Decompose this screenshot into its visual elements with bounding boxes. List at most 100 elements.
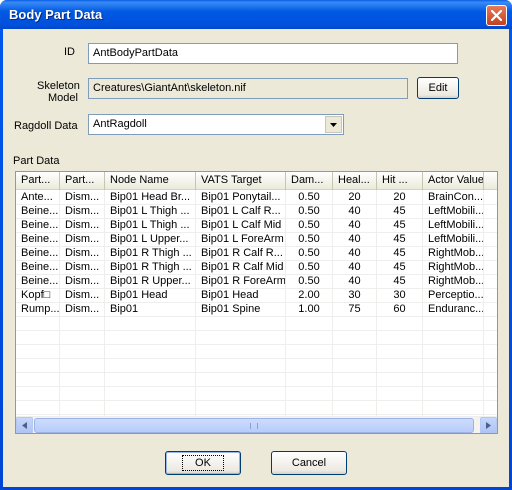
- table-row[interactable]: Beine... Dism... Bip01 L Thigh ... Bip01 L …: [16, 218, 497, 232]
- scroll-right-button[interactable]: [480, 417, 497, 433]
- title-bar[interactable]: Body Part Data: [0, 0, 512, 29]
- table-cell: Bip01 L ForeArm: [196, 232, 286, 246]
- table-cell: Dism...: [60, 232, 105, 246]
- column-header[interactable]: VATS Target: [196, 172, 286, 190]
- table-cell: Bip01 Head: [105, 288, 196, 302]
- table-cell: 45: [377, 260, 423, 274]
- table-cell: Dism...: [60, 204, 105, 218]
- ok-button[interactable]: OK: [165, 451, 241, 475]
- table-row[interactable]: Beine... Dism... Bip01 R Upper... Bip01 R F…: [16, 274, 497, 288]
- table-cell: 0.50: [286, 204, 333, 218]
- table-cell: 0.50: [286, 232, 333, 246]
- table-cell: RightMob...: [423, 274, 484, 288]
- table-cell: Dism...: [60, 260, 105, 274]
- edit-button[interactable]: Edit: [417, 77, 459, 99]
- window-title: Body Part Data: [9, 7, 103, 22]
- table-cell: Dism...: [60, 302, 105, 316]
- table-cell: 45: [377, 204, 423, 218]
- table-cell: 40: [333, 204, 377, 218]
- table-row[interactable]: Beine... Dism... Bip01 R Thigh ... Bip01 R …: [16, 260, 497, 274]
- table-cell: 1.00: [286, 302, 333, 316]
- table-cell: 40: [333, 232, 377, 246]
- column-header[interactable]: Hit ...: [377, 172, 423, 190]
- table-cell: LeftMobili...: [423, 204, 484, 218]
- table-cell: BrainCon...: [423, 190, 484, 204]
- table-cell: Bip01 R Upper...: [105, 274, 196, 288]
- arrow-left-icon: [22, 422, 27, 429]
- table-cell: 40: [333, 274, 377, 288]
- skeleton-label-line1: Skeleton: [37, 80, 80, 92]
- part-data-label: Part Data: [13, 155, 60, 167]
- table-cell: Bip01 Head: [196, 288, 286, 302]
- table-row[interactable]: Ante... Dism... Bip01 Head Br... Bip01 Pony…: [16, 190, 497, 204]
- id-label: ID: [64, 46, 75, 58]
- scroll-left-button[interactable]: [16, 417, 33, 433]
- close-button[interactable]: [486, 5, 507, 26]
- table-cell: Bip01 L Upper...: [105, 232, 196, 246]
- part-data-table[interactable]: Part... Part... Node Name VATS Target Dam...…: [15, 171, 498, 434]
- table-cell: Bip01 R Thigh ...: [105, 260, 196, 274]
- table-cell: Bip01 Ponytail...: [196, 190, 286, 204]
- column-header[interactable]: Node Name: [105, 172, 196, 190]
- skeleton-label-line2: Model: [48, 92, 78, 104]
- column-header[interactable]: Dam...: [286, 172, 333, 190]
- table-cell: 30: [333, 288, 377, 302]
- table-cell: Beine...: [16, 260, 60, 274]
- dropdown-button[interactable]: [325, 116, 342, 133]
- arrow-right-icon: [486, 422, 491, 429]
- table-body: Ante... Dism... Bip01 Head Br... Bip01 Pony…: [16, 190, 497, 417]
- table-cell: Beine...: [16, 204, 60, 218]
- table-row[interactable]: Beine... Dism... Bip01 R Thigh ... Bip01 R …: [16, 246, 497, 260]
- table-cell: Beine...: [16, 232, 60, 246]
- column-header[interactable]: Part...: [16, 172, 60, 190]
- table-cell: Dism...: [60, 246, 105, 260]
- table-cell: RightMob...: [423, 246, 484, 260]
- table-row[interactable]: Beine... Dism... Bip01 L Upper... Bip01 L F…: [16, 232, 497, 246]
- table-cell: LeftMobili...: [423, 232, 484, 246]
- grid-line: [16, 414, 497, 415]
- table-cell: Beine...: [16, 274, 60, 288]
- table-cell: 45: [377, 274, 423, 288]
- table-cell: 0.50: [286, 218, 333, 232]
- horizontal-scrollbar[interactable]: [16, 416, 497, 433]
- table-cell: 40: [333, 260, 377, 274]
- grid-line: [16, 386, 497, 387]
- dialog-client-area: ID AntBodyPartData Skeleton Model Creatu…: [3, 29, 509, 487]
- grip-icon: [250, 422, 258, 429]
- cancel-button[interactable]: Cancel: [271, 451, 347, 475]
- table-cell: 20: [333, 190, 377, 204]
- table-cell: 2.00: [286, 288, 333, 302]
- table-cell: Bip01 L Calf Mid: [196, 218, 286, 232]
- table-cell: 45: [377, 218, 423, 232]
- ragdoll-label: Ragdoll Data: [14, 120, 78, 132]
- table-row[interactable]: Rump... Dism... Bip01 Bip01 Spine 1.00 75 60 En…: [16, 302, 497, 316]
- ragdoll-dropdown[interactable]: AntRagdoll: [88, 114, 344, 135]
- column-header[interactable]: Actor Value: [423, 172, 484, 190]
- id-field[interactable]: AntBodyPartData: [88, 43, 458, 64]
- table-cell: 0.50: [286, 274, 333, 288]
- table-row[interactable]: Kopf□ Dism... Bip01 Head Bip01 Head 2.00 30 30…: [16, 288, 497, 302]
- table-cell: 45: [377, 246, 423, 260]
- table-cell: Perceptio...: [423, 288, 484, 302]
- grid-line: [16, 372, 497, 373]
- table-cell: Dism...: [60, 190, 105, 204]
- table-cell: Bip01 Head Br...: [105, 190, 196, 204]
- table-cell: Bip01 L Thigh ...: [105, 218, 196, 232]
- ok-button-label: OK: [182, 455, 224, 471]
- table-cell: LeftMobili...: [423, 218, 484, 232]
- table-cell: 60: [377, 302, 423, 316]
- column-header[interactable]: Heal...: [333, 172, 377, 190]
- table-cell: Bip01 R Calf R...: [196, 246, 286, 260]
- table-cell: 75: [333, 302, 377, 316]
- table-cell: Bip01 L Calf R...: [196, 204, 286, 218]
- table-cell: Dism...: [60, 288, 105, 302]
- table-cell: 30: [377, 288, 423, 302]
- table-cell: Beine...: [16, 218, 60, 232]
- grid-line: [16, 400, 497, 401]
- scroll-thumb[interactable]: [34, 418, 474, 433]
- column-header[interactable]: Part...: [60, 172, 105, 190]
- table-cell: Dism...: [60, 274, 105, 288]
- table-row[interactable]: Beine... Dism... Bip01 L Thigh ... Bip01 L …: [16, 204, 497, 218]
- table-cell: 0.50: [286, 190, 333, 204]
- table-cell: 45: [377, 232, 423, 246]
